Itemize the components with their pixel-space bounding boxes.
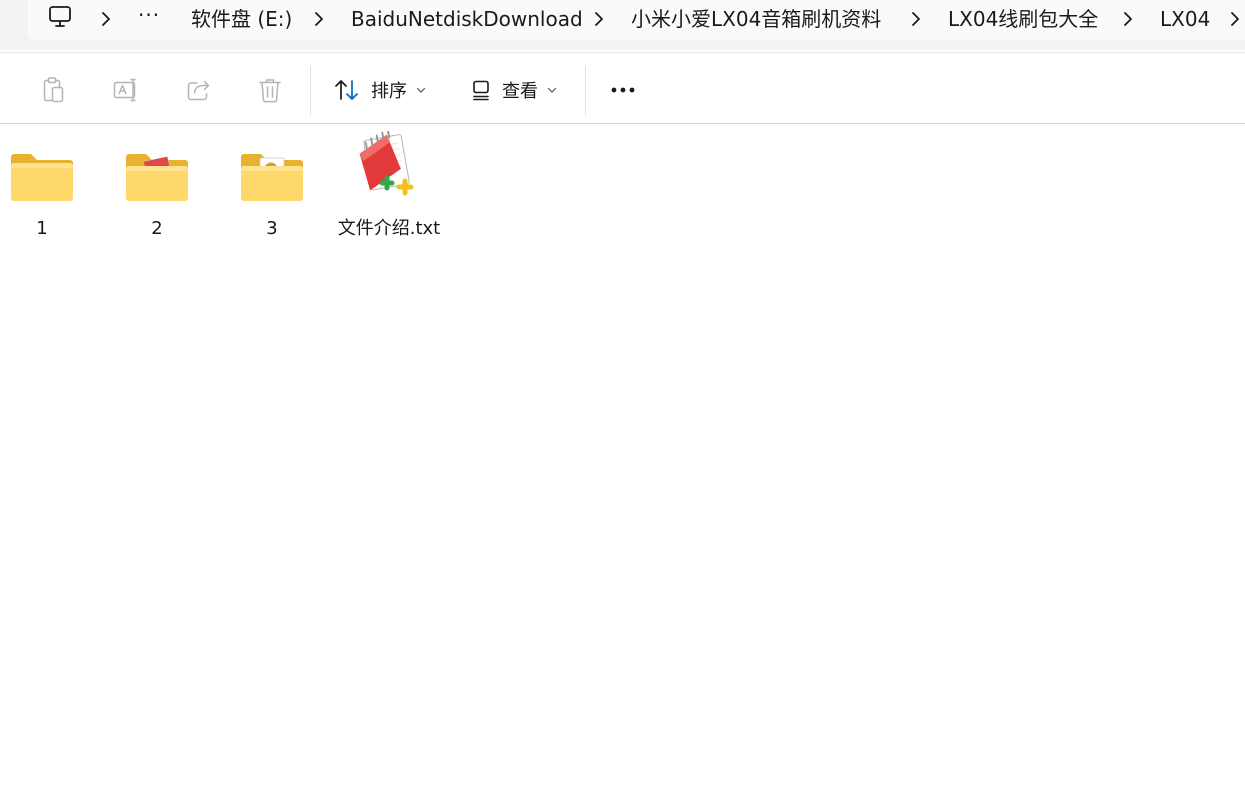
breadcrumb-baidunetdiskdownload[interactable]: BaiduNetdiskDownload: [351, 6, 583, 32]
trash-icon: [257, 76, 283, 104]
breadcrumb-lx04[interactable]: LX04: [1160, 6, 1210, 32]
breadcrumb-lx04-flash-docs[interactable]: 小米小爱LX04音箱刷机资料: [631, 6, 881, 32]
breadcrumb-drive-e[interactable]: 软件盘 (E:): [191, 6, 292, 32]
chevron-right-icon[interactable]: [1228, 7, 1242, 31]
chevron-down-icon: [547, 86, 557, 94]
file-item-text-file[interactable]: 文件介绍.txt: [337, 130, 441, 241]
breadcrumb-lx04-packages[interactable]: LX04线刷包大全: [948, 6, 1098, 32]
paste-button[interactable]: [42, 75, 66, 105]
share-button[interactable]: [185, 75, 213, 105]
view-icon: [470, 77, 492, 103]
sort-button[interactable]: 排序: [333, 75, 426, 105]
more-options-button[interactable]: [609, 75, 637, 105]
file-name-label: 文件介绍.txt: [337, 218, 441, 239]
sort-label: 排序: [371, 81, 407, 102]
this-pc-icon[interactable]: [47, 4, 73, 30]
share-icon: [185, 76, 213, 104]
folder-notepad-icon: [124, 151, 190, 207]
toolbar-divider: [585, 66, 586, 116]
file-item-folder-3[interactable]: 3: [222, 135, 322, 241]
file-item-folder-1[interactable]: 1: [0, 135, 92, 241]
rename-icon: [112, 76, 140, 104]
file-name-label: 2: [151, 218, 163, 239]
breadcrumb-overflow[interactable]: ···: [138, 2, 160, 28]
chevron-right-icon[interactable]: [909, 7, 923, 31]
view-label: 查看: [502, 81, 538, 102]
file-name-label: 1: [36, 218, 48, 239]
rename-button[interactable]: [112, 75, 140, 105]
sort-arrows-icon: [333, 77, 361, 103]
chevron-down-icon: [416, 86, 426, 94]
toolbar-divider: [310, 66, 311, 116]
command-bar: 排序 查看: [0, 52, 1245, 124]
clipboard-icon: [42, 76, 66, 104]
notepad-plus-plus-file-icon: [352, 130, 426, 207]
chevron-right-icon[interactable]: [99, 7, 113, 31]
folder-document-icon: [239, 151, 305, 207]
more-dots-icon: [609, 85, 637, 95]
delete-button[interactable]: [257, 75, 283, 105]
file-name-label: 3: [266, 218, 278, 239]
chevron-right-icon[interactable]: [592, 7, 606, 31]
address-bar-region: ··· 软件盘 (E:) BaiduNetdiskDownload 小米小爱LX…: [0, 0, 1245, 50]
file-view[interactable]: 1 2 3 文件介绍.txt: [0, 125, 1245, 795]
view-button[interactable]: 查看: [470, 75, 557, 105]
file-item-folder-2[interactable]: 2: [107, 135, 207, 241]
folder-icon: [9, 151, 75, 207]
chevron-right-icon[interactable]: [1121, 7, 1135, 31]
chevron-right-icon[interactable]: [312, 7, 326, 31]
